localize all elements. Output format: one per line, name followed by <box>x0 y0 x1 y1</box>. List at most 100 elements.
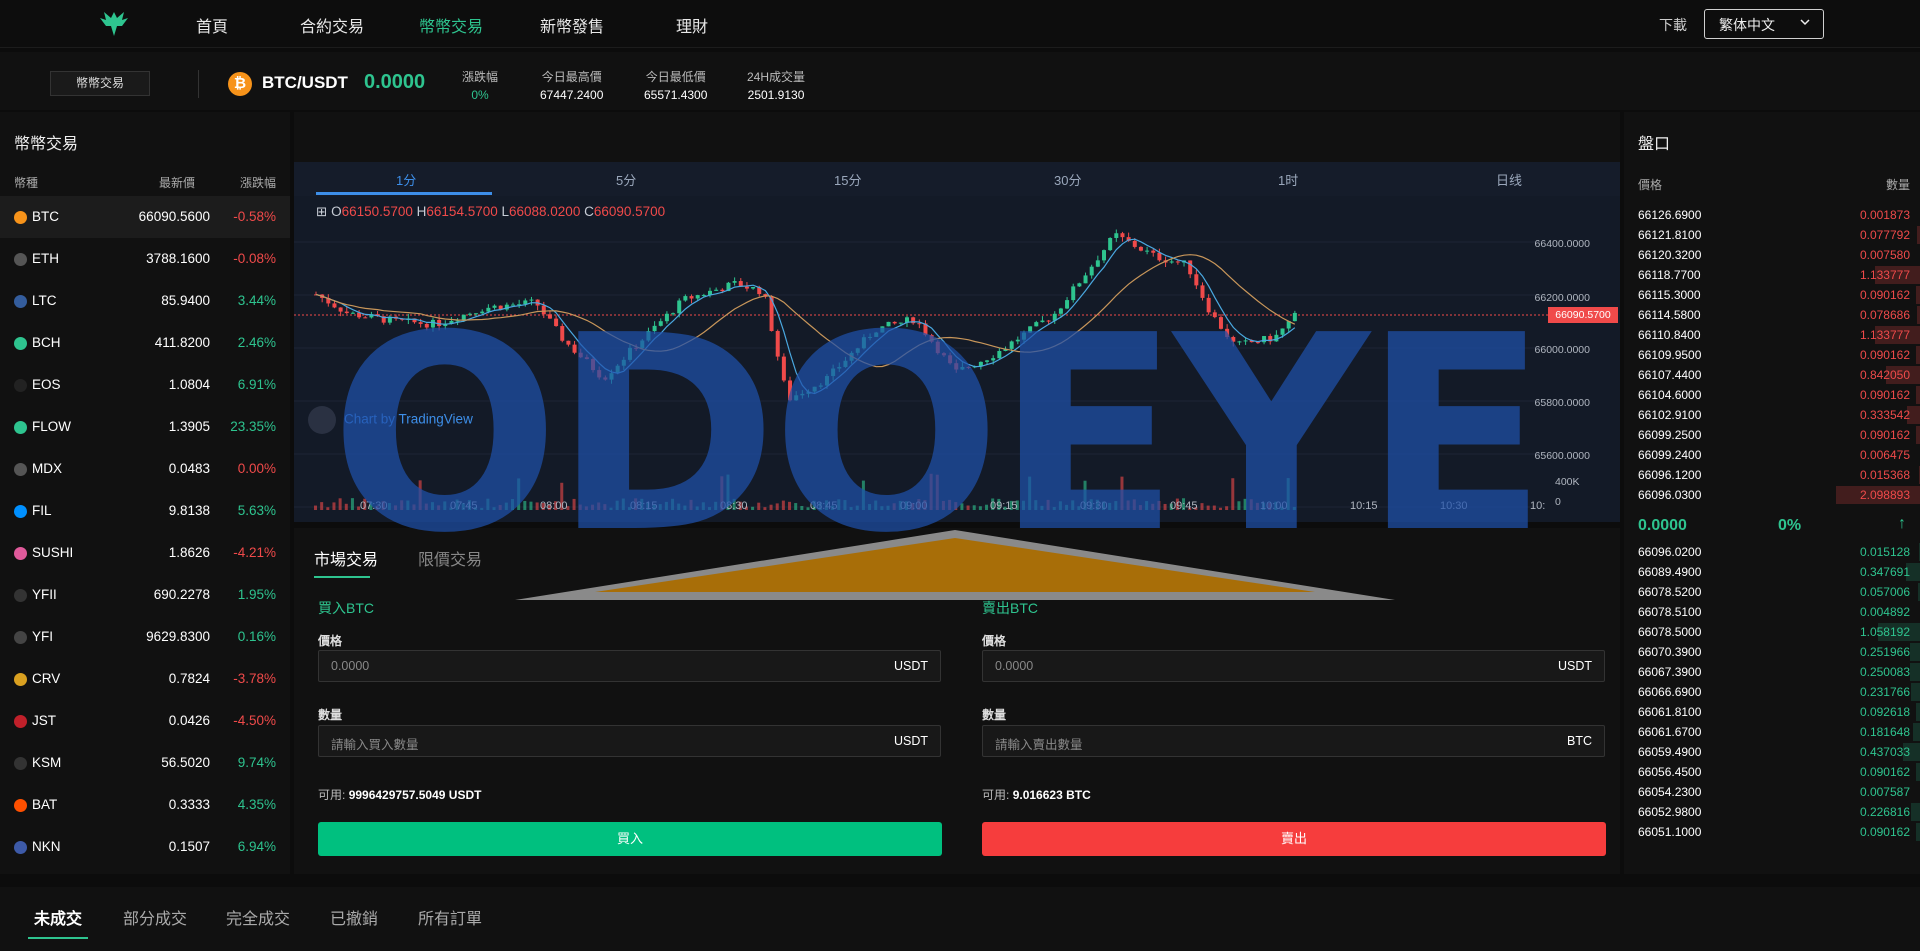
nav-finance[interactable]: 理財 <box>676 13 708 37</box>
ask-row[interactable]: 66110.8400 1.133777 <box>1638 325 1920 345</box>
ask-row[interactable]: 66114.5800 0.078686 <box>1638 305 1920 325</box>
volume-bar <box>769 504 773 510</box>
tf-5m[interactable]: 5分 <box>616 170 636 189</box>
tab-limit-order[interactable]: 限價交易 <box>418 546 482 570</box>
ask-row[interactable]: 66096.1200 0.015368 <box>1638 465 1920 485</box>
candlestick-chart[interactable]: ⊞ O66150.5700 H66154.5700 L66088.0200 C6… <box>294 196 1620 522</box>
bid-row[interactable]: 66059.4900 0.437033 <box>1638 742 1920 762</box>
volume-bar <box>714 501 718 510</box>
ask-qty: 2.098893 <box>1859 488 1910 502</box>
ask-row[interactable]: 66126.6900 0.001873 <box>1638 205 1920 225</box>
market-row-eos[interactable]: EOS 1.0804 6.91% <box>0 364 290 406</box>
nav-spot[interactable]: 幣幣交易 <box>419 13 483 37</box>
market-change: 9.74% <box>237 755 276 770</box>
candle-body <box>824 376 829 386</box>
candle-body <box>898 322 903 324</box>
bid-row[interactable]: 66051.1000 0.090162 <box>1638 822 1920 842</box>
bid-row[interactable]: 66061.6700 0.181648 <box>1638 722 1920 742</box>
tf-1d[interactable]: 日线 <box>1496 170 1522 189</box>
volume-bar <box>1218 507 1222 510</box>
market-row-ltc[interactable]: LTC 85.9400 3.44% <box>0 280 290 322</box>
bid-row[interactable]: 66052.9800 0.226816 <box>1638 802 1920 822</box>
ask-row[interactable]: 66102.9100 0.333542 <box>1638 405 1920 425</box>
nav-home[interactable]: 首頁 <box>196 13 228 37</box>
bid-row[interactable]: 66061.8100 0.092618 <box>1638 702 1920 722</box>
bid-row[interactable]: 66056.4500 0.090162 <box>1638 762 1920 782</box>
market-row-jst[interactable]: JST 0.0426 -4.50% <box>0 700 290 742</box>
volume-bar <box>1145 501 1149 510</box>
spot-trading-button[interactable]: 幣幣交易 <box>50 71 150 96</box>
bid-row[interactable]: 66078.5100 0.004892 <box>1638 602 1920 622</box>
tab-market-order[interactable]: 市場交易 <box>314 546 378 570</box>
expand-icon[interactable]: ⊞ <box>316 204 327 219</box>
candle-body <box>880 326 885 333</box>
ask-row[interactable]: 66120.3200 0.007580 <box>1638 245 1920 265</box>
bid-row[interactable]: 66089.4900 0.347691 <box>1638 562 1920 582</box>
nav-futures[interactable]: 合約交易 <box>300 13 364 37</box>
nav-new-listing[interactable]: 新幣發售 <box>540 13 604 37</box>
ask-row[interactable]: 66118.7700 1.133777 <box>1638 265 1920 285</box>
ask-row[interactable]: 66104.6000 0.090162 <box>1638 385 1920 405</box>
market-row-ksm[interactable]: KSM 56.5020 9.74% <box>0 742 290 784</box>
market-row-flow[interactable]: FLOW 1.3905 23.35% <box>0 406 290 448</box>
tf-15m[interactable]: 15分 <box>834 170 861 189</box>
candle-body <box>1212 312 1217 318</box>
sell-qty-input[interactable]: 請輸入賣出數量 BTC <box>982 725 1605 757</box>
ask-row[interactable]: 66107.4400 0.842050 <box>1638 365 1920 385</box>
volume-bar <box>1052 507 1056 510</box>
chart-canvas[interactable] <box>294 196 1620 522</box>
market-row-yfii[interactable]: YFII 690.2278 1.95% <box>0 574 290 616</box>
logo-icon[interactable] <box>98 8 130 38</box>
bid-row[interactable]: 66054.2300 0.007587 <box>1638 782 1920 802</box>
tf-30m[interactable]: 30分 <box>1054 170 1081 189</box>
language-select[interactable]: 繁体中文 <box>1704 9 1824 39</box>
bid-row[interactable]: 66070.3900 0.251966 <box>1638 642 1920 662</box>
market-row-crv[interactable]: CRV 0.7824 -3.78% <box>0 658 290 700</box>
bid-row[interactable]: 66066.6900 0.231766 <box>1638 682 1920 702</box>
bid-price: 66059.4900 <box>1638 745 1702 759</box>
buy-price-input[interactable]: 0.0000 USDT <box>318 650 941 682</box>
market-row-bat[interactable]: BAT 0.3333 4.35% <box>0 784 290 826</box>
watermark-triangle <box>515 530 1395 600</box>
bid-row[interactable]: 66067.3900 0.250083 <box>1638 662 1920 682</box>
volume-bar <box>1046 499 1050 510</box>
tf-1m[interactable]: 1分 <box>396 170 416 189</box>
market-row-nkn[interactable]: NKN 0.1507 6.94% <box>0 826 290 868</box>
tab-open-orders[interactable]: 未成交 <box>34 905 82 929</box>
buy-button[interactable]: 買入 <box>318 822 942 856</box>
ask-row[interactable]: 66099.2500 0.090162 <box>1638 425 1920 445</box>
buy-qty-input[interactable]: 請輸入買入數量 USDT <box>318 725 941 757</box>
volume-bar <box>437 505 441 510</box>
tf-1h[interactable]: 1时 <box>1278 170 1298 189</box>
tab-filled-orders[interactable]: 完全成交 <box>226 905 290 929</box>
market-row-eth[interactable]: ETH 3788.1600 -0.08% <box>0 238 290 280</box>
market-row-sushi[interactable]: SUSHI 1.8626 -4.21% <box>0 532 290 574</box>
tab-all-orders[interactable]: 所有訂單 <box>418 905 482 929</box>
language-label: 繁体中文 <box>1719 17 1775 33</box>
market-row-btc[interactable]: BTC 66090.5600 -0.58% <box>0 196 290 238</box>
ask-row[interactable]: 66115.3000 0.090162 <box>1638 285 1920 305</box>
tradingview-logo[interactable]: Chart by TradingView <box>308 406 473 434</box>
market-row-mdx[interactable]: MDX 0.0483 0.00% <box>0 448 290 490</box>
volume-bar <box>1212 505 1216 510</box>
ask-row[interactable]: 66096.0300 2.098893 <box>1638 485 1920 505</box>
market-row-bch[interactable]: BCH 411.8200 2.46% <box>0 322 290 364</box>
ohlc-close: 66090.5700 <box>593 204 666 219</box>
chart-panel: 1分 5分 15分 30分 1时 日线 ⊞ O66150.5700 H66154… <box>294 112 1620 522</box>
download-link[interactable]: 下載 <box>1659 15 1687 35</box>
x-tick: 09:15 <box>990 500 1018 512</box>
tab-partial-orders[interactable]: 部分成交 <box>123 905 187 929</box>
market-row-yfi[interactable]: YFI 9629.8300 0.16% <box>0 616 290 658</box>
bid-row[interactable]: 66096.0200 0.015128 <box>1638 542 1920 562</box>
sell-price-input[interactable]: 0.0000 USDT <box>982 650 1605 682</box>
bid-qty: 0.007587 <box>1859 785 1910 799</box>
market-price: 85.9400 <box>161 293 210 308</box>
tab-cancelled-orders[interactable]: 已撤銷 <box>330 905 378 929</box>
sell-button[interactable]: 賣出 <box>982 822 1606 856</box>
market-row-fil[interactable]: FIL 9.8138 5.63% <box>0 490 290 532</box>
ask-row[interactable]: 66109.9500 0.090162 <box>1638 345 1920 365</box>
bid-row[interactable]: 66078.5200 0.057006 <box>1638 582 1920 602</box>
ask-row[interactable]: 66121.8100 0.077792 <box>1638 225 1920 245</box>
bid-row[interactable]: 66078.5000 1.058192 <box>1638 622 1920 642</box>
ask-row[interactable]: 66099.2400 0.006475 <box>1638 445 1920 465</box>
